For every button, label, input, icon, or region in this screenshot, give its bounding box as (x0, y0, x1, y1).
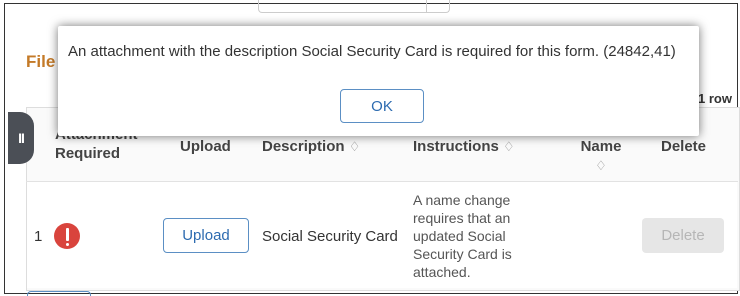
row-number: 1 (34, 228, 43, 245)
sort-icon: ♢ (348, 139, 361, 154)
upload-button[interactable]: Upload (163, 218, 249, 253)
header-instructions[interactable]: Instructions ♢ (413, 137, 515, 156)
collapse-toggle[interactable]: II (8, 112, 34, 164)
header-description-label: Description (262, 138, 345, 155)
header-delete: Delete (661, 138, 707, 155)
top-select-field[interactable] (258, 0, 450, 13)
header-name-label: Name (580, 138, 622, 155)
header-instructions-label: Instructions (413, 138, 499, 155)
instructions-cell: A name change requires that an updated S… (413, 192, 512, 280)
exclamation-circle-icon (54, 223, 80, 249)
row-count: 1 row (698, 91, 732, 106)
dialog-message: An attachment with the description Socia… (68, 43, 676, 60)
top-select-divider (426, 0, 427, 12)
description-cell: Social Security Card (262, 228, 398, 245)
header-description[interactable]: Description ♢ (262, 137, 360, 156)
header-name[interactable]: Name ♢ (580, 137, 622, 175)
sort-icon: ♢ (503, 139, 515, 154)
pause-bars-icon: II (18, 130, 25, 146)
sort-icon: ♢ (595, 158, 607, 173)
bottom-button-edge[interactable] (27, 291, 91, 296)
header-upload: Upload (180, 138, 231, 155)
delete-button: Delete (642, 218, 724, 253)
alert-dialog: An attachment with the description Socia… (58, 26, 699, 136)
section-title: File (26, 52, 56, 71)
ok-button[interactable]: OK (340, 89, 424, 123)
